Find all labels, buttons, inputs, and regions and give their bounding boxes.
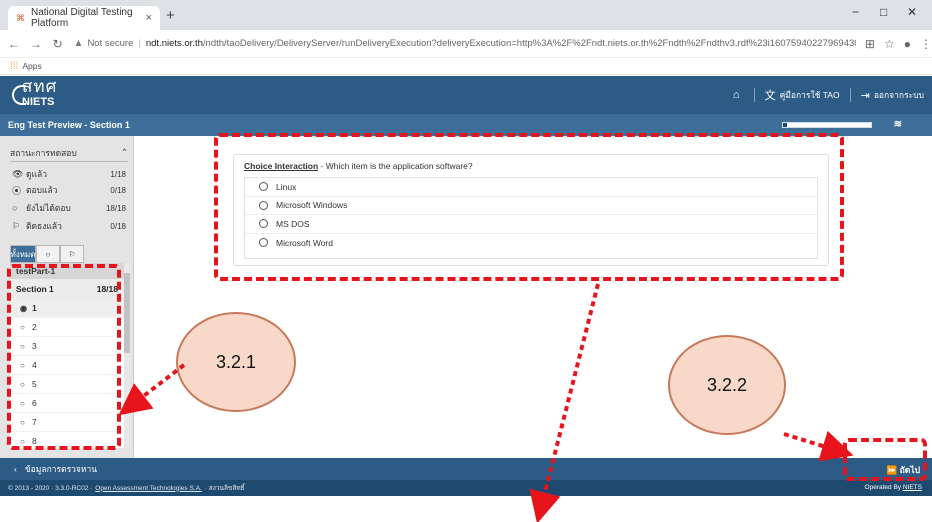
status-panel-title: สถานะการทดสอบ — [10, 147, 77, 158]
status-count: 1/18 — [110, 169, 126, 179]
forward-arrow-icon[interactable]: → — [28, 37, 44, 51]
star-icon[interactable]: ☆ — [884, 37, 895, 51]
home-icon[interactable]: ⌂ — [733, 89, 740, 101]
status-count: 0/18 — [110, 185, 126, 195]
header-nav: ⌂ 文 คู่มือการใช้ TAO ⇥ ออกจากระบบ — [733, 87, 924, 103]
review-link[interactable]: ข้อมูลการตรวจหาน — [25, 462, 97, 476]
minimize-button[interactable]: − — [852, 5, 859, 19]
copyright-text: © 2013 - 2020 · 3.3.0-RC02 · — [8, 484, 93, 492]
status-count: 18/18 — [105, 203, 126, 213]
filter-unanswered[interactable]: ○ — [36, 245, 60, 263]
status-count: 0/18 — [110, 221, 126, 231]
url-path: /ndth/taoDelivery/DeliveryServer/runDeli… — [202, 38, 856, 49]
address-bar[interactable]: ▲ Not secure | ndt.niets.or.th /ndth/tao… — [74, 34, 856, 54]
annotation-nav-box — [7, 264, 121, 450]
operated-by: Operated By NIETS — [865, 484, 922, 491]
radio-filled-icon: ⦿ — [12, 185, 22, 196]
operated-link[interactable]: NIETS — [903, 484, 922, 491]
company-link[interactable]: Open Assessment Technologies S.A. — [95, 485, 201, 492]
annotation-next-box — [843, 438, 927, 481]
eye-icon: 👁 — [12, 168, 24, 179]
tab-title: National Digital Testing Platform — [31, 7, 133, 29]
translate-manual-icon: 文 — [764, 90, 776, 102]
filter-flagged[interactable]: ⚐ — [60, 245, 84, 263]
favicon-icon: ⌘ — [16, 13, 25, 23]
status-row-unanswered: ○ ยังไม่ได้ตอบ 18/18 — [12, 200, 126, 216]
bookmarks-bar: ⁞⁞⁞ Apps — [0, 58, 932, 75]
warning-icon: ▲ — [73, 38, 84, 49]
chevron-left-icon[interactable]: ‹ — [14, 464, 17, 474]
browser-tabstrip: ⌘ National Digital Testing Platform × + … — [0, 0, 932, 30]
status-label: ตอบแล้ว — [26, 185, 58, 195]
scrollbar-thumb[interactable] — [124, 273, 130, 353]
wifi-icon: ≋ — [893, 119, 902, 130]
status-label: ยังไม่ได้ตอบ — [26, 203, 71, 213]
tab-close-icon[interactable]: × — [146, 12, 152, 24]
new-tab-button[interactable]: + — [166, 7, 175, 24]
circle-icon: ○ — [12, 203, 18, 213]
logout-icon: ⇥ — [860, 89, 870, 102]
apps-grid-icon: ⁞⁞⁞ — [10, 60, 19, 72]
logout-link[interactable]: ออกจากระบบ — [874, 88, 924, 102]
url-host: ndt.niets.or.th — [145, 38, 203, 49]
chevron-up-icon[interactable]: ⌃ — [121, 147, 128, 158]
menu-icon[interactable]: ⋮ — [920, 37, 932, 51]
not-secure-label: Not secure — [87, 38, 134, 49]
maximize-button[interactable]: □ — [880, 5, 887, 19]
action-bar: ‹ ข้อมูลการตรวจหาน ⏩ ถัดไป — [0, 458, 932, 480]
translate-icon[interactable]: ⊞ — [865, 37, 875, 51]
test-title: Eng Test Preview - Section 1 — [8, 120, 130, 130]
filter-all[interactable]: ทั้งหมด — [10, 245, 36, 263]
divider — [753, 88, 755, 102]
browser-toolbar: ← → ↻ ▲ Not secure | ndt.niets.or.th /nd… — [0, 30, 932, 58]
flag-icon: ⚐ — [12, 220, 21, 231]
back-arrow-icon[interactable]: ← — [6, 37, 22, 51]
browser-tab[interactable]: ⌘ National Digital Testing Platform × — [8, 6, 160, 30]
status-label: ติดธงแล้ว — [26, 221, 62, 231]
rights-text: · สงวนลิขสิทธิ์ — [204, 485, 245, 492]
niets-logo[interactable]: สทศ NIETS — [12, 79, 68, 111]
logo-thai-text: สทศ — [22, 77, 58, 97]
status-panel-header[interactable]: สถานะการทดสอบ ⌃ — [10, 144, 128, 162]
annotation-label-2: 3.2.2 — [668, 335, 786, 435]
annotation-label-1: 3.2.1 — [176, 312, 296, 412]
status-row-flagged: ⚐ ติดธงแล้ว 0/18 — [12, 218, 126, 234]
divider — [849, 88, 851, 102]
progress-fill — [783, 123, 788, 127]
app-header: สทศ NIETS ⌂ 文 คู่มือการใช้ TAO ⇥ ออกจากร… — [0, 76, 932, 114]
apps-link[interactable]: Apps — [22, 61, 41, 71]
copyright-bar: © 2013 - 2020 · 3.3.0-RC02 · Open Assess… — [0, 480, 932, 496]
filter-tabs: ทั้งหมด ○ ⚐ — [10, 245, 84, 263]
progress-bar — [782, 122, 872, 128]
status-label: ดูแล้ว — [26, 169, 47, 179]
status-row-viewed: 👁 ดูแล้ว 1/18 — [12, 166, 126, 182]
logo-niets-text: NIETS — [22, 96, 55, 108]
nav-scrollbar[interactable] — [124, 263, 130, 448]
logo-swirl-icon — [12, 85, 26, 105]
manual-link[interactable]: คู่มือการใช้ TAO — [780, 88, 840, 102]
reload-icon[interactable]: ↻ — [50, 37, 66, 51]
close-window-button[interactable]: ✕ — [907, 5, 917, 19]
annotation-question-box — [214, 133, 844, 281]
status-row-answered: ⦿ ตอบแล้ว 0/18 — [12, 182, 126, 198]
operated-label: Operated By — [864, 484, 902, 491]
profile-icon[interactable]: ● — [904, 37, 911, 51]
